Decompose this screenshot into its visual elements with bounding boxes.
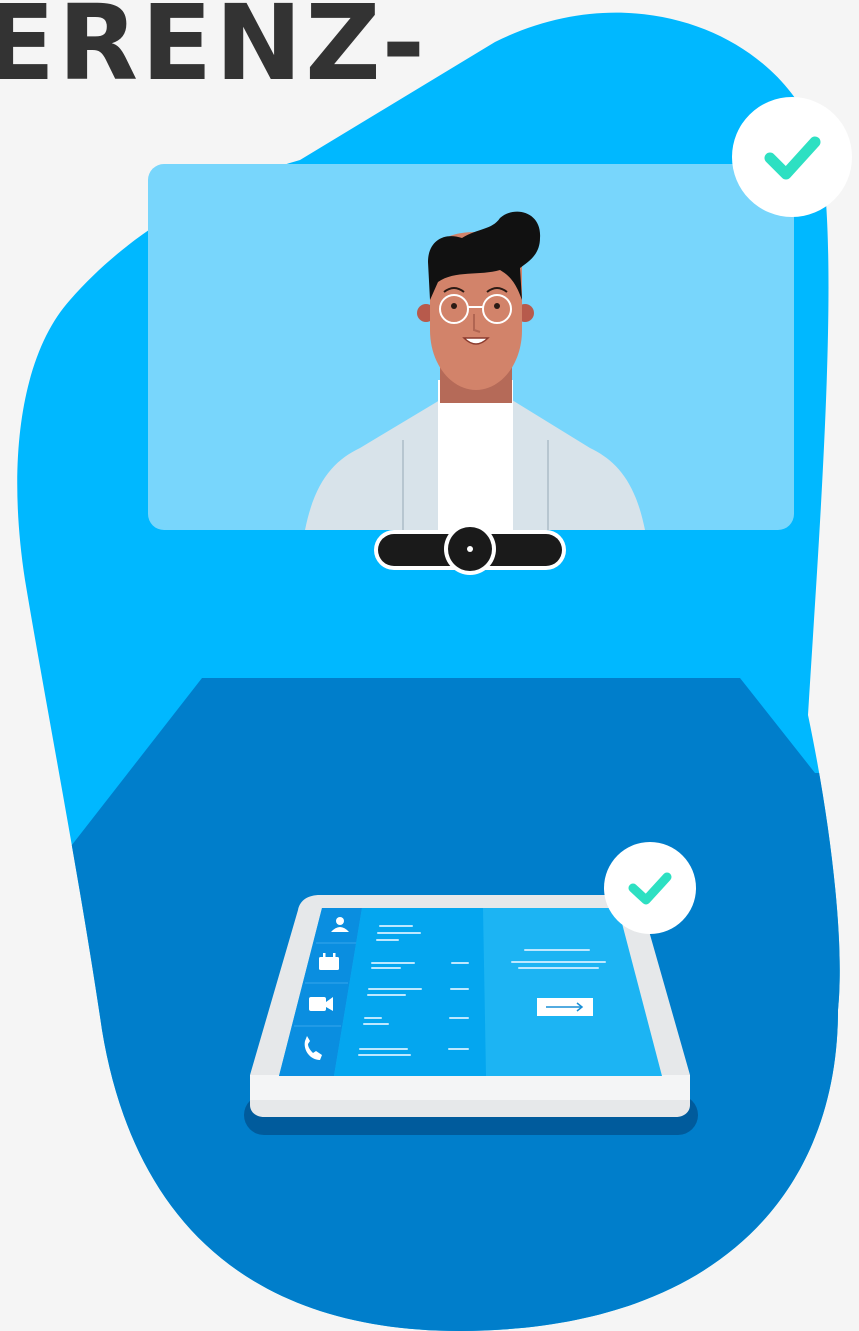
headline-text: ERENZ- [0,0,428,104]
left-eye [451,303,457,309]
illustration-stage: ERENZ- [0,0,859,1331]
conference-camera [374,523,566,575]
right-eye [494,303,500,309]
video-conference-illustration: ERENZ- [0,0,852,1331]
tablet-check-badge [604,842,696,934]
screen-check-badge [732,97,852,217]
join-button [537,998,593,1016]
